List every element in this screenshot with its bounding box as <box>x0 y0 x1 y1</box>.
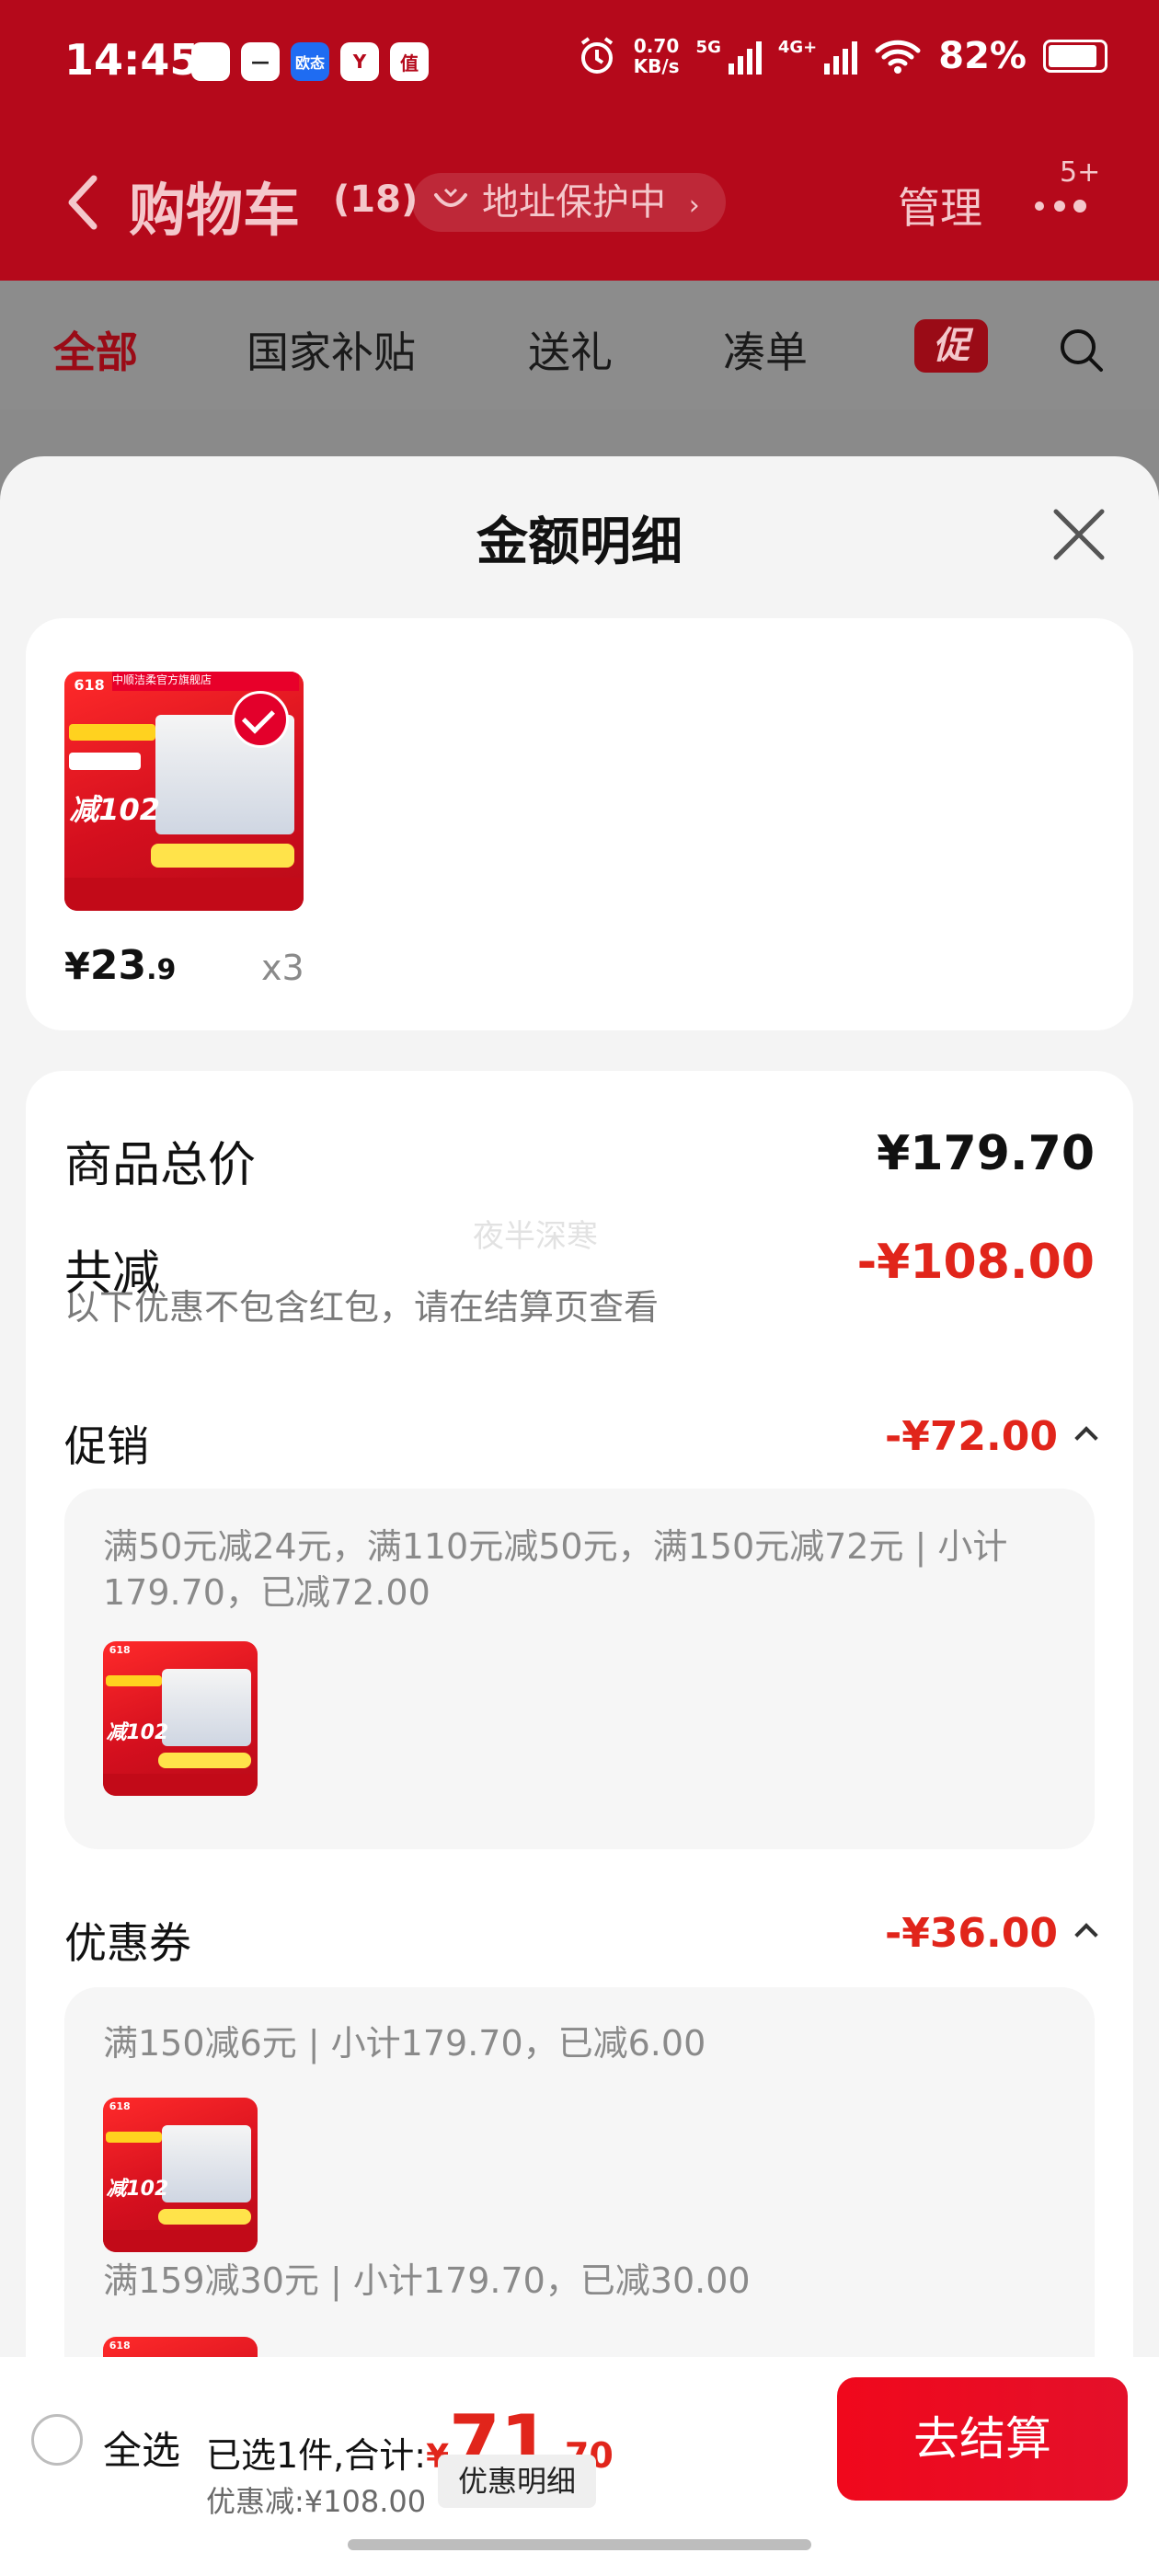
home-indicator[interactable] <box>348 2539 811 2550</box>
search-icon[interactable] <box>1056 325 1107 376</box>
tab-national-subsidy[interactable]: 国家补贴 <box>247 319 416 380</box>
signal-5g-icon: 5G <box>696 38 762 75</box>
shield-smile-icon <box>434 188 467 207</box>
tab-promotion[interactable]: 促 <box>914 319 988 373</box>
product-image[interactable]: 618 中顺洁柔官方旗舰店 减102 <box>64 672 304 911</box>
select-all-label[interactable]: 全选 <box>103 2420 180 2476</box>
alarm-icon <box>580 37 613 74</box>
checkout-button[interactable]: 去结算 <box>837 2377 1128 2501</box>
tab-all[interactable]: 全部 <box>53 319 138 380</box>
cart-nav-bar: 购物车 (18) 地址保护中 › 管理 5+ <box>0 147 1159 258</box>
y-app-icon: Y <box>340 42 379 81</box>
close-icon[interactable] <box>1049 504 1109 565</box>
coupon-detail-text-2: 满159减30元 | 小计179.70，已减30.00 <box>103 2260 751 2301</box>
tab-gift[interactable]: 送礼 <box>528 319 613 380</box>
cart-count: (18) <box>333 178 419 221</box>
amount-detail-sheet: 金额明细 618 中顺洁柔官方旗舰店 减102 ¥23.9 x3 商品总价 ¥1… <box>0 456 1159 2576</box>
promotion-detail-box: 满50元减24元，满110元减50元，满150元减72元 | 小计179.70，… <box>64 1489 1095 1849</box>
coupon-label: 优惠券 <box>64 1918 191 1968</box>
red-packet-note: 以下优惠不包含红包，请在结算页查看 <box>64 1287 660 1328</box>
home-app-icon <box>191 42 230 81</box>
battery-percent: 82% <box>938 35 1027 77</box>
coupon-detail-text-1: 满150减6元 | 小计179.70，已减6.00 <box>103 2023 706 2064</box>
item-quantity: x3 <box>261 948 304 988</box>
promotion-label: 促销 <box>64 1421 149 1471</box>
page-title: 购物车 <box>129 177 301 244</box>
address-protection-pill[interactable]: 地址保护中 › <box>412 173 726 232</box>
item-price: ¥23.9 <box>64 942 177 989</box>
status-bar: 14:45 — 欧态 Y 值 0.70 KB/s 5G 4G+ 82% <box>0 0 1159 129</box>
total-price-label: 商品总价 <box>64 1138 257 1193</box>
more-dots-icon[interactable] <box>1030 184 1095 221</box>
discount-detail-button[interactable]: 优惠明细 <box>438 2455 597 2508</box>
discount-amount: 优惠减:¥108.00 <box>206 2484 427 2519</box>
total-price-value: ¥179.70 <box>877 1126 1095 1181</box>
coupon-toggle[interactable]: -¥36.00 <box>885 1910 1098 1957</box>
zhi-app-icon: 值 <box>390 42 429 81</box>
sheet-title: 金额明细 <box>476 512 683 572</box>
total-reduced-value: -¥108.00 <box>856 1235 1095 1290</box>
notification-app-icons: — 欧态 Y 值 <box>191 42 429 81</box>
select-all-radio[interactable] <box>31 2414 83 2466</box>
dash-app-icon: — <box>241 42 280 81</box>
status-indicators: 0.70 KB/s 5G 4G+ 82% <box>577 35 1107 77</box>
checkout-bar: 全选 已选1件,合计:¥71.70 优惠减:¥108.00 优惠明细 去结算 <box>0 2357 1159 2576</box>
battery-icon <box>1043 40 1107 73</box>
more-badge: 5+ <box>1060 156 1101 189</box>
chevron-up-icon <box>1074 1923 1098 1947</box>
back-arrow-icon[interactable] <box>64 175 101 230</box>
manage-button[interactable]: 管理 <box>898 175 982 236</box>
top-header: 14:45 — 欧态 Y 值 0.70 KB/s 5G 4G+ 82% 购物车 (… <box>0 0 1159 281</box>
chevron-up-icon <box>1074 1426 1098 1450</box>
promotion-product-thumb: 618 减102 <box>103 1641 258 1796</box>
chevron-right-icon: › <box>688 190 700 222</box>
watermark-text: 夜半深寒 <box>473 1218 598 1255</box>
net-speed: 0.70 KB/s <box>633 35 680 77</box>
coupon-product-thumb: 618 减102 <box>103 2098 258 2252</box>
blue-app-icon: 欧态 <box>291 42 329 81</box>
cart-filter-tabs: 全部 国家补贴 送礼 凑单 促 <box>0 281 1159 409</box>
selected-items-card: 618 中顺洁柔官方旗舰店 减102 ¥23.9 x3 <box>26 618 1133 1030</box>
tab-combine-order[interactable]: 凑单 <box>723 319 808 380</box>
signal-4g-icon: 4G+ <box>778 38 858 75</box>
wifi-icon <box>875 40 921 74</box>
status-time: 14:45 <box>64 35 200 85</box>
price-summary-card: 商品总价 ¥179.70 夜半深寒 共减 -¥108.00 以下优惠不包含红包，… <box>26 1071 1133 2576</box>
address-protection-label: 地址保护中 <box>482 181 666 224</box>
promotion-toggle[interactable]: -¥72.00 <box>885 1413 1098 1460</box>
promotion-detail-text: 满50元减24元，满110元减50元，满150元减72元 | 小计179.70，… <box>103 1526 1008 1613</box>
